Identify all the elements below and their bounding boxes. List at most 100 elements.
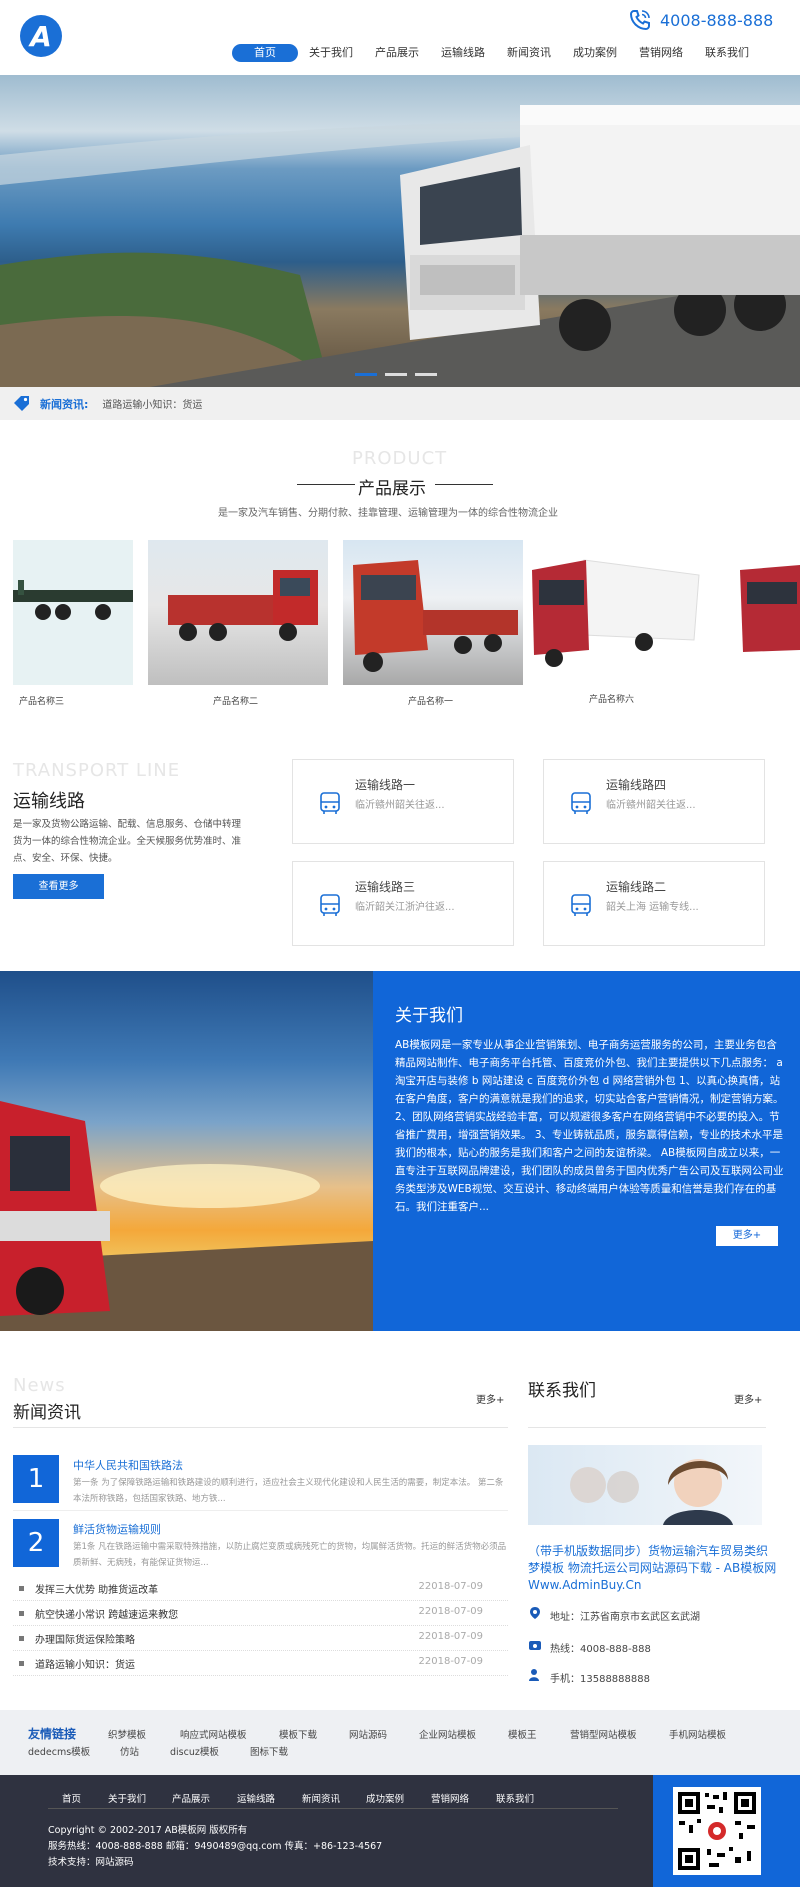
bullet-icon [19, 1586, 24, 1591]
route-title: 运输线路二 [606, 880, 667, 894]
phone-block: 4008-888-888 [628, 7, 773, 33]
site-logo[interactable]: A [20, 15, 62, 57]
friend-link[interactable]: 手机网站模板 [669, 1727, 726, 1741]
banner-dot-3[interactable] [415, 373, 437, 376]
friend-link[interactable]: 图标下载 [250, 1744, 288, 1758]
news-item-title[interactable]: 发挥三大优势 助推货运改革 [35, 1581, 158, 1596]
footer-nav-contact[interactable]: 联系我们 [496, 1791, 534, 1805]
products-title-rule-left [297, 484, 355, 485]
friend-links-title: 友情链接 [28, 1727, 77, 1741]
footer-nav-home[interactable]: 首页 [62, 1791, 81, 1805]
footer-nav-network[interactable]: 营销网络 [431, 1791, 469, 1805]
tag-icon [14, 395, 29, 411]
product-image-6[interactable] [524, 540, 704, 685]
product-name-6[interactable]: 产品名称六 [589, 692, 634, 705]
friend-link[interactable]: 营销型网站模板 [570, 1727, 637, 1741]
nav-routes[interactable]: 运输线路 [430, 44, 496, 62]
news-item-title[interactable]: 航空快递小常识 跨越速运来教您 [35, 1606, 178, 1621]
contact-mobile: 手机：13588888888 [550, 1674, 650, 1685]
friend-link[interactable]: 仿站 [120, 1744, 139, 1758]
route-card-2[interactable]: 运输线路二 韶关上海 运输专线... [543, 861, 765, 946]
friend-link[interactable]: 响应式网站模板 [180, 1727, 247, 1741]
friend-link[interactable]: 织梦模板 [108, 1727, 146, 1741]
footer-divider [48, 1808, 618, 1809]
footer-nav-cases[interactable]: 成功案例 [366, 1791, 404, 1805]
bullet-icon [19, 1611, 24, 1616]
product-name-3[interactable]: 产品名称三 [19, 694, 64, 707]
news-featured-1[interactable]: 1 中华人民共和国铁路法 第一条 为了保障铁路运输和铁路建设的顺利进行，适应社会… [13, 1455, 508, 1507]
product-image-1[interactable] [343, 540, 523, 685]
route-title: 运输线路一 [355, 778, 416, 792]
footer-copyright: Copyright © 2002-2017 AB模板网 版权所有 [48, 1825, 248, 1836]
footer-nav-news[interactable]: 新闻资讯 [302, 1791, 340, 1805]
routes-en-title: TRANSPORT LINE [13, 760, 181, 781]
phone-icon [629, 10, 650, 31]
footer-service: 服务热线：4008-888-888 邮箱：9490489@qq.com 传真：+… [48, 1841, 383, 1852]
friend-link[interactable]: discuz模板 [170, 1744, 219, 1758]
bullet-icon [19, 1661, 24, 1666]
news-featured-title[interactable]: 中华人民共和国铁路法 [73, 1457, 183, 1473]
banner-dot-2[interactable] [385, 373, 407, 376]
nav-cases[interactable]: 成功案例 [562, 44, 628, 62]
friend-link[interactable]: 企业网站模板 [419, 1727, 476, 1741]
nav-about[interactable]: 关于我们 [298, 44, 364, 62]
bus-icon [320, 894, 340, 916]
news-list-item[interactable]: 发挥三大优势 助推货运改革 22018-07-09 [13, 1576, 508, 1601]
news-featured-desc: 第一条 为了保障铁路运输和铁路建设的顺利进行，适应社会主义现代化建设和人民生活的… [73, 1478, 504, 1504]
friend-link[interactable]: 模板王 [508, 1727, 537, 1741]
nav-network[interactable]: 营销网络 [628, 44, 694, 62]
routes-more-button[interactable]: 查看更多 [13, 874, 104, 899]
contact-title: 联系我们 [528, 1381, 596, 1401]
contact-more-link[interactable]: 更多+ [734, 1391, 762, 1406]
about-more-button[interactable]: 更多+ [716, 1226, 778, 1246]
news-title: 新闻资讯 [13, 1403, 81, 1423]
about-text: AB模板网是一家专业从事企业营销策划、电子商务运营服务的公司，主要业务包含精品网… [395, 1039, 784, 1213]
site-footer: 首页 关于我们 产品展示 运输线路 新闻资讯 成功案例 营销网络 联系我们 Co… [0, 1775, 800, 1887]
news-divider [13, 1427, 508, 1428]
product-image-3[interactable] [13, 540, 133, 685]
banner-pagination [355, 373, 445, 376]
route-desc: 韶关上海 运输专线... [606, 902, 699, 913]
contact-address: 地址：江苏省南京市玄武区玄武湖 [550, 1612, 700, 1623]
routes-title: 运输线路 [13, 791, 85, 812]
routes-description: 是一家及货物公路运输、配载、信息服务、仓储中转理货为一体的综合性物流企业。全天候… [13, 819, 242, 864]
news-more-link[interactable]: 更多+ [476, 1391, 504, 1406]
news-item-title[interactable]: 道路运输小知识：货运 [35, 1656, 135, 1671]
route-card-1[interactable]: 运输线路一 临沂赣州韶关往返... [292, 759, 514, 844]
footer-nav-about[interactable]: 关于我们 [108, 1791, 146, 1805]
contact-headline[interactable]: （带手机版数据同步）货物运输汽车贸易类织梦模板 物流托运公司网站源码下载 - A… [528, 1543, 778, 1594]
route-title: 运输线路四 [606, 778, 667, 792]
product-name-1[interactable]: 产品名称一 [408, 694, 453, 707]
nav-products[interactable]: 产品展示 [364, 44, 430, 62]
footer-nav-products[interactable]: 产品展示 [172, 1791, 210, 1805]
product-image-2[interactable] [148, 540, 328, 685]
footer-nav-routes[interactable]: 运输线路 [237, 1791, 275, 1805]
news-list-item[interactable]: 办理国际货运保险策略 22018-07-09 [13, 1626, 508, 1651]
news-featured-desc: 第1条 凡在铁路运输中需采取特殊措施，以防止腐烂变质或病残死亡的货物，均属鲜活货… [73, 1542, 507, 1568]
product-name-2[interactable]: 产品名称二 [213, 694, 258, 707]
contact-divider [528, 1427, 766, 1428]
news-featured-2[interactable]: 2 鲜活货物运输规则 第1条 凡在铁路运输中需采取特殊措施，以防止腐烂变质或病残… [13, 1519, 508, 1571]
friend-links: 友情链接 织梦模板 响应式网站模板 模板下载 网站源码 企业网站模板 模板王 营… [0, 1710, 800, 1775]
friend-link[interactable]: 网站源码 [349, 1727, 387, 1741]
hero-banner[interactable] [0, 75, 800, 387]
nav-contact[interactable]: 联系我们 [694, 44, 760, 62]
ticker-text[interactable]: 道路运输小知识：货运 [102, 396, 202, 411]
contact-hotline: 热线：4008-888-888 [550, 1644, 651, 1655]
news-item-date: 22018-07-09 [418, 1656, 483, 1667]
banner-dot-1[interactable] [355, 373, 377, 376]
nav-news[interactable]: 新闻资讯 [496, 44, 562, 62]
friend-link[interactable]: dedecms模板 [28, 1744, 90, 1758]
route-desc: 临沂韶关江浙沪往返... [355, 902, 455, 913]
nav-home[interactable]: 首页 [232, 44, 298, 62]
news-item-date: 22018-07-09 [418, 1606, 483, 1617]
news-list-item[interactable]: 道路运输小知识：货运 22018-07-09 [13, 1651, 508, 1676]
route-card-3[interactable]: 运输线路三 临沂韶关江浙沪往返... [292, 861, 514, 946]
product-image-next[interactable] [735, 540, 800, 685]
news-item-title[interactable]: 办理国际货运保险策略 [35, 1631, 135, 1646]
route-card-4[interactable]: 运输线路四 临沂赣州韶关往返... [543, 759, 765, 844]
news-featured-title[interactable]: 鲜活货物运输规则 [73, 1521, 161, 1537]
ticker-label: 新闻资讯: [40, 397, 89, 411]
friend-link[interactable]: 模板下载 [279, 1727, 317, 1741]
news-list-item[interactable]: 航空快递小常识 跨越速运来教您 22018-07-09 [13, 1601, 508, 1626]
